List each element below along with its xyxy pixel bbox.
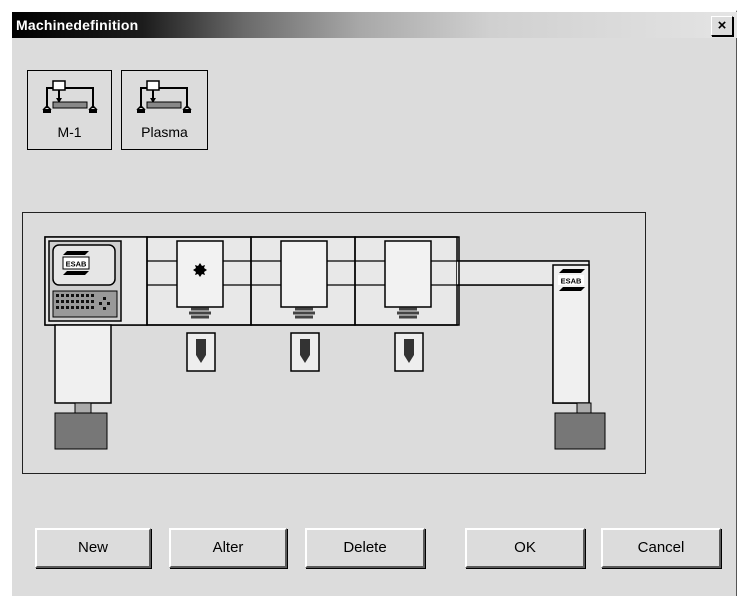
left-drive-motor (54, 412, 108, 450)
machine-layout-diagram: ESAB ESAB (22, 212, 646, 474)
esab-logo-icon: ESAB (62, 251, 90, 275)
torch-station-1 (176, 240, 224, 372)
gantry-machine-icon (41, 78, 99, 116)
torch-station-3 (384, 240, 432, 372)
cancel-button[interactable]: Cancel (601, 528, 721, 568)
torch-station-2 (280, 240, 328, 372)
left-carriage (54, 324, 112, 404)
carriage-logo-text: ESAB (561, 277, 582, 286)
machine-tab-label: M-1 (57, 124, 82, 140)
ok-button[interactable]: OK (465, 528, 585, 568)
gantry-machine-icon (135, 78, 193, 116)
title-bar[interactable]: Machinedefinition × (12, 12, 737, 38)
delete-button[interactable]: Delete (305, 528, 425, 568)
machine-tab-plasma[interactable]: Plasma (121, 70, 208, 150)
machine-tab-m1[interactable]: M-1 (27, 70, 112, 150)
window-title: Machinedefinition (16, 17, 139, 33)
new-button[interactable]: New (35, 528, 151, 568)
machine-tab-label: Plasma (141, 124, 188, 140)
right-drive-motor (554, 412, 606, 450)
close-button[interactable]: × (711, 16, 733, 36)
left-drive-coupling (74, 402, 92, 414)
right-carriage (552, 264, 590, 404)
alter-button[interactable]: Alter (169, 528, 287, 568)
right-drive-coupling (576, 402, 592, 414)
machine-layout-canvas: ESAB ESAB (44, 236, 606, 450)
controller-logo-text: ESAB (66, 260, 87, 269)
active-marker-icon (193, 263, 207, 277)
